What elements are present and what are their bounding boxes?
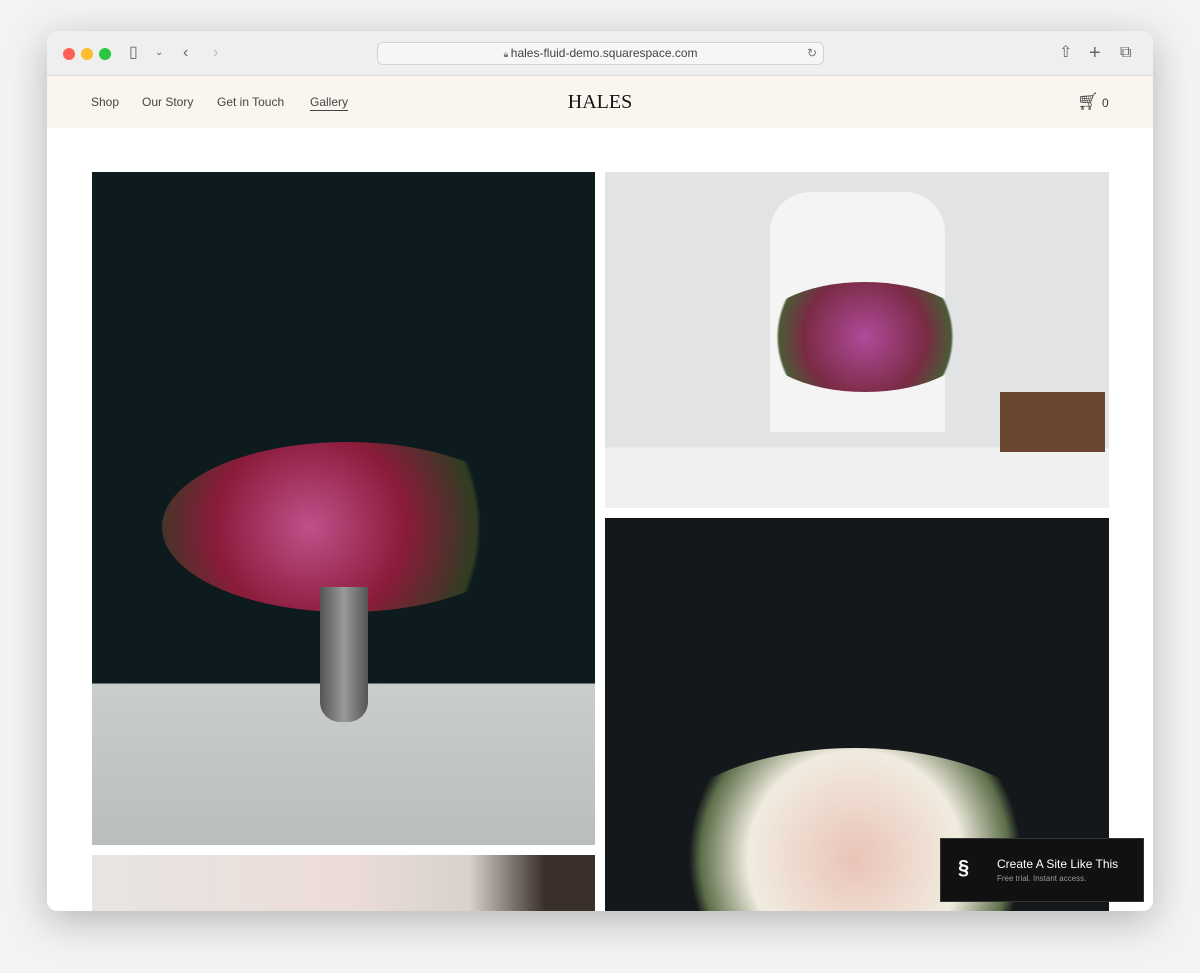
sidebar-icon[interactable]: ▯ — [129, 43, 138, 63]
cart-button[interactable]: 🛒︎ 0 — [1077, 92, 1109, 112]
cart-icon: 🛒︎ — [1077, 92, 1099, 111]
close-window-button[interactable] — [63, 48, 75, 60]
share-icon[interactable]: ⇧ — [1059, 43, 1072, 63]
chevron-down-icon[interactable]: ⌄ — [155, 43, 163, 63]
forward-icon[interactable]: › — [213, 43, 218, 63]
minimize-window-button[interactable] — [81, 48, 93, 60]
browser-window: ▯ ⌄ ‹ › 🔒︎ hales-fluid-demo.squarespace.… — [47, 31, 1153, 911]
cart-count: 0 — [1101, 96, 1109, 110]
create-site-banner[interactable]: § Create A Site Like This Free trial. In… — [940, 838, 1144, 902]
gallery-image-dark-bouquet[interactable] — [92, 172, 595, 845]
url-text: hales-fluid-demo.squarespace.com — [510, 46, 698, 60]
gallery-image-florist-arranging[interactable] — [605, 172, 1109, 508]
squarespace-logo-icon: § — [958, 857, 970, 879]
site-header: Shop Our Story Get in Touch Gallery HALE… — [47, 76, 1153, 128]
browser-toolbar: ▯ ⌄ ‹ › 🔒︎ hales-fluid-demo.squarespace.… — [47, 31, 1153, 76]
banner-subtitle: Free trial. Instant access. — [997, 874, 1087, 883]
lock-icon: 🔒︎ — [503, 49, 511, 59]
gallery-image-white-flowers[interactable] — [92, 855, 595, 911]
new-tab-icon[interactable]: + — [1089, 43, 1101, 63]
back-icon[interactable]: ‹ — [183, 43, 188, 63]
address-bar[interactable]: 🔒︎ hales-fluid-demo.squarespace.com ↻ — [377, 42, 824, 65]
site-logo[interactable]: HALES — [47, 91, 1153, 114]
reload-icon[interactable]: ↻ — [807, 43, 817, 64]
tabs-overview-icon[interactable]: ⧉ — [1120, 43, 1131, 63]
banner-title: Create A Site Like This — [997, 857, 1119, 871]
maximize-window-button[interactable] — [99, 48, 111, 60]
